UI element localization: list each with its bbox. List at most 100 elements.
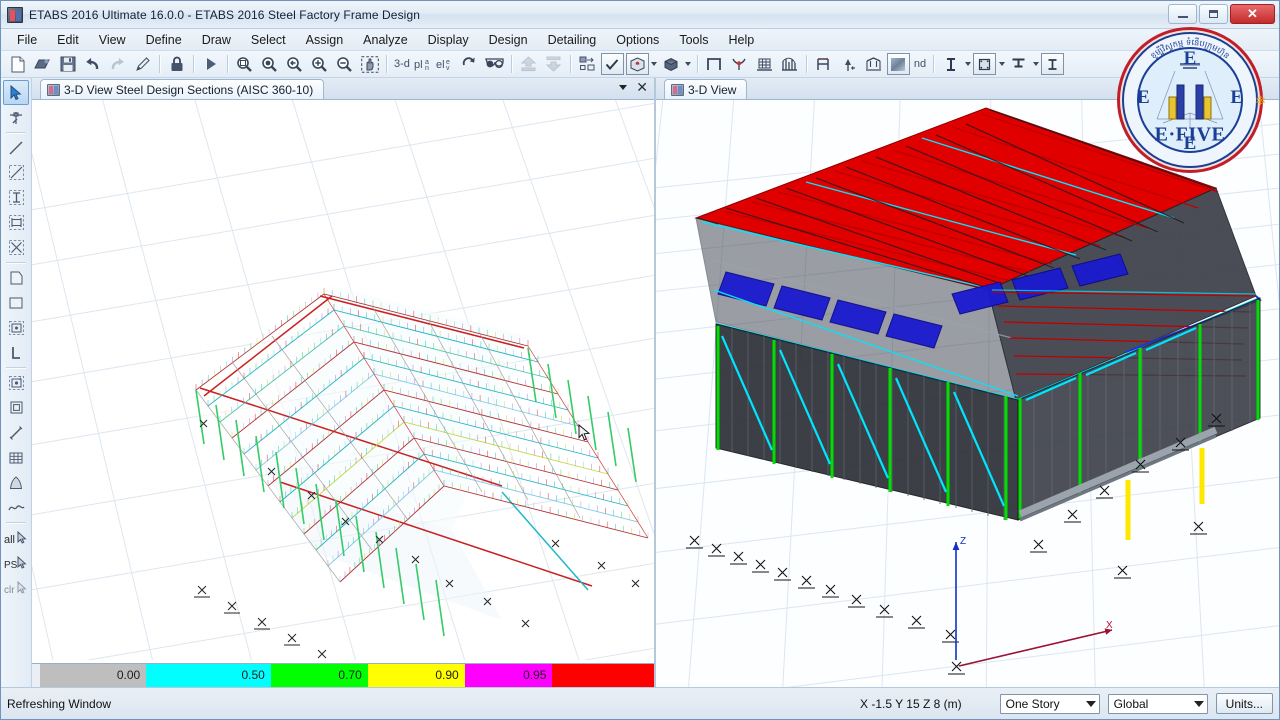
select-previous-icon[interactable]: PS [3,550,29,575]
units-button[interactable]: Units... [1215,693,1273,714]
axis-label-x: X [1106,620,1113,631]
status-bar: Refreshing Window X -1.5 Y 15 Z 8 (m) On… [1,687,1279,719]
object-shrink-icon[interactable] [576,53,599,75]
rotate-3d-icon[interactable] [458,53,481,75]
render-view-icon[interactable] [660,53,683,75]
draw-curve-icon[interactable] [3,495,29,520]
draw-wall-icon[interactable] [3,340,29,365]
open-model-icon[interactable] [31,53,54,75]
draw-section-cut-icon[interactable] [3,470,29,495]
draw-poly-area-icon[interactable] [3,265,29,290]
menu-define[interactable]: Define [136,30,192,50]
chevron-down-icon[interactable] [619,85,627,90]
zoom-in-icon[interactable] [308,53,331,75]
joint-reaction-icon[interactable] [837,53,860,75]
beam-design-caret-icon[interactable] [963,62,972,66]
menu-options[interactable]: Options [606,30,669,50]
quick-draw-column-icon[interactable] [3,185,29,210]
restore-full-view-icon[interactable] [258,53,281,75]
logo-letter-bottom: E [1183,133,1197,154]
draw-dimension-line-icon[interactable] [3,420,29,445]
maximize-button[interactable] [1199,4,1228,24]
menu-file[interactable]: File [7,30,47,50]
show-tables-icon[interactable] [753,53,776,75]
menu-display[interactable]: Display [418,30,479,50]
section-cut-icon[interactable] [812,53,835,75]
pan-icon[interactable] [358,53,381,75]
new-model-icon[interactable] [6,53,29,75]
quick-draw-brace-icon[interactable] [3,160,29,185]
draw-rect-area-icon[interactable] [3,290,29,315]
coordinate-system-select[interactable]: Global [1107,693,1208,714]
shell-stress-icon[interactable] [886,53,910,75]
undo-icon[interactable] [81,53,104,75]
zoom-out-icon[interactable] [333,53,356,75]
draw-reference-grid-icon[interactable] [3,445,29,470]
joint-design-icon[interactable] [1041,53,1065,75]
tab-steel-design-sections[interactable]: 3-D View Steel Design Sections (AISC 360… [40,79,325,99]
quick-draw-area-icon[interactable] [3,315,29,340]
frame-forces-icon[interactable] [862,53,885,75]
rubber-band-zoom-icon[interactable] [233,53,256,75]
menu-assign[interactable]: Assign [296,30,354,50]
column-design-icon[interactable] [973,53,997,75]
extrude-dropdown-caret-icon[interactable] [650,62,659,66]
view-3d-button[interactable]: 3-d [391,58,413,70]
brace-design-caret-icon[interactable] [1031,62,1040,66]
edit-pencil-icon[interactable] [131,53,154,75]
extrude-view-icon[interactable] [625,53,649,75]
quick-draw-secondary-beam-icon[interactable] [3,235,29,260]
select-pointer-icon[interactable] [3,80,29,105]
draw-line-icon[interactable] [3,135,29,160]
etabs-application-window: ETABS 2016 Ultimate 16.0.0 - ETABS 2016 … [0,0,1280,720]
assign-joint-icon[interactable] [728,53,751,75]
move-up-story-icon[interactable] [517,53,540,75]
set-display-options-icon[interactable] [600,53,624,75]
render-dropdown-caret-icon[interactable] [684,62,693,66]
legend-value-0: 0.00 [116,668,141,682]
show-diagram-icon[interactable] [778,53,801,75]
menu-select[interactable]: Select [241,30,296,50]
clear-selection-icon[interactable]: clr [3,575,29,600]
menu-view[interactable]: View [89,30,136,50]
status-message: Refreshing Window [7,696,112,711]
redo-icon[interactable] [106,53,129,75]
svg-text:n: n [425,65,429,72]
brace-design-icon[interactable] [1007,53,1030,75]
glasses-perspective-icon[interactable] [483,53,506,75]
left-3d-viewport[interactable]: Z [32,100,654,663]
tab-3d-view[interactable]: 3-D View [664,79,748,99]
legend-band-1: 0.50 [146,664,271,687]
menu-analyze[interactable]: Analyze [353,30,417,50]
menu-detailing[interactable]: Detailing [538,30,607,50]
draw-developed-elevation-icon[interactable] [3,395,29,420]
menu-edit[interactable]: Edit [47,30,89,50]
minimize-button[interactable] [1168,4,1197,24]
right-3d-viewport[interactable]: Z X [656,100,1279,687]
select-all-icon[interactable]: all [3,525,29,550]
close-icon[interactable]: ✕ [636,80,648,94]
right-view-canvas: Z X [656,100,1279,687]
story-select[interactable]: One Story [999,693,1100,714]
beam-design-icon[interactable] [939,53,962,75]
menu-design[interactable]: Design [479,30,538,50]
reshape-object-icon[interactable] [3,105,29,130]
lock-model-icon[interactable] [165,53,188,75]
move-down-story-icon[interactable] [542,53,565,75]
close-button[interactable]: ✕ [1230,4,1275,24]
draw-point-object-icon[interactable]: 1 [3,370,29,395]
elevation-view-button[interactable]: el e v [436,53,456,75]
frame-section-icon[interactable] [703,53,726,75]
draw-toolbar: 1 all PS clr [1,78,32,687]
window-title: ETABS 2016 Ultimate 16.0.0 - ETABS 2016 … [29,7,420,22]
save-icon[interactable] [56,53,79,75]
column-design-caret-icon[interactable] [997,62,1006,66]
plan-view-button[interactable]: pl a n [414,53,434,75]
legend-band-0: 0.00 [40,664,147,687]
menu-tools[interactable]: Tools [669,30,718,50]
menu-help[interactable]: Help [719,30,765,50]
previous-zoom-icon[interactable] [283,53,306,75]
menu-draw[interactable]: Draw [192,30,241,50]
quick-draw-beam-icon[interactable] [3,210,29,235]
run-analysis-icon[interactable] [199,53,222,75]
